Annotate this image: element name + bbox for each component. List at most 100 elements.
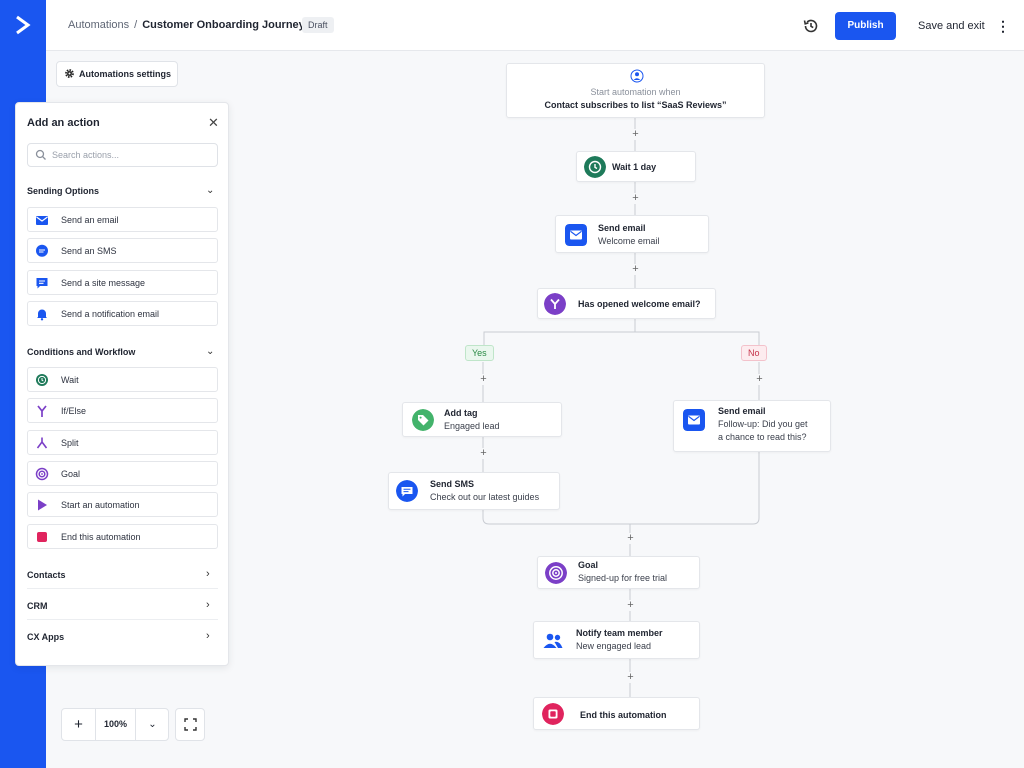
email-icon [683,409,705,431]
category-label: Contacts [27,570,66,580]
bell-icon [37,309,47,321]
followup-email-line1: Follow-up: Did you get [718,419,808,429]
fullscreen-icon [184,718,197,731]
fit-screen-button[interactable] [175,708,205,741]
clock-icon [36,374,48,386]
add-step-plus[interactable]: + [625,533,636,544]
action-label: Goal [61,469,81,479]
action-label: Send an email [61,215,119,225]
category-crm[interactable]: CRM › [27,599,218,618]
action-label: Send an SMS [61,246,117,256]
divider [27,588,218,589]
followup-email-title: Send email [718,406,766,416]
site-message-icon [36,278,48,289]
category-label: CRM [27,601,48,611]
yes-branch-badge: Yes [465,345,494,361]
branch-icon [37,405,47,417]
end-automation-node[interactable]: End this automation [533,697,700,730]
condition-node[interactable]: Has opened welcome email? [537,288,716,319]
target-icon [545,562,567,584]
tag-icon [412,409,434,431]
trigger-caption: Start automation when [590,87,681,97]
automations-settings-label: Automations settings [79,69,172,79]
chevron-right-icon: › [206,630,210,642]
category-cx-apps[interactable]: CX Apps › [27,630,218,649]
action-label: Split [61,438,79,448]
search-field[interactable] [27,143,218,167]
goal-subtitle: Signed-up for free trial [578,573,668,583]
play-icon [38,499,47,511]
split-icon [36,437,48,449]
panel-title: Add an action [27,117,100,129]
breadcrumb-separator: / [134,19,138,31]
breadcrumb-automations-link[interactable]: Automations [68,19,129,31]
chevron-right-icon: › [206,599,210,611]
gear-icon [65,69,74,78]
sending-options-heading[interactable]: Sending Options [27,186,99,196]
action-label: End this automation [61,532,141,542]
action-wait[interactable]: Wait [27,367,218,392]
save-and-exit-button[interactable]: Save and exit [918,20,985,32]
chevron-down-icon[interactable]: ⌄ [136,709,169,740]
team-icon [543,633,563,648]
goal-node[interactable]: Goal Signed-up for free trial [537,556,700,589]
add-step-plus[interactable]: + [478,374,489,385]
followup-email-node[interactable]: Send email Follow-up: Did you get a chan… [673,400,831,452]
wait-title: Wait 1 day [612,162,657,172]
app-logo-icon[interactable] [13,14,33,36]
trigger-node[interactable]: Start automation when Contact subscribes… [506,63,765,118]
conditions-workflow-heading[interactable]: Conditions and Workflow [27,347,135,357]
divider [27,619,218,620]
add-step-plus[interactable]: + [630,193,641,204]
add-step-plus[interactable]: + [625,672,636,683]
goal-title: Goal [578,560,599,570]
action-if-else[interactable]: If/Else [27,398,218,423]
chevron-down-icon[interactable]: ⌄ [206,185,214,196]
sms-icon [36,244,48,257]
condition-title: Has opened welcome email? [578,299,701,309]
action-goal[interactable]: Goal [27,461,218,486]
page-title: Customer Onboarding Journey [142,19,305,31]
add-step-plus[interactable]: + [630,129,641,140]
clock-icon [584,156,606,178]
send-sms-title: Send SMS [430,479,475,489]
add-step-plus[interactable]: + [625,600,636,611]
more-vertical-icon[interactable]: ⋮ [996,17,1010,35]
publish-button[interactable]: Publish [835,12,896,40]
close-icon[interactable]: ✕ [208,115,219,131]
search-input[interactable] [52,147,212,163]
action-start-automation[interactable]: Start an automation [27,492,218,517]
send-sms-subtitle: Check out our latest guides [430,492,540,502]
add-step-plus[interactable]: + [478,448,489,459]
action-send-site-message[interactable]: Send a site message [27,270,218,295]
breadcrumb: Automations / Customer Onboarding Journey [68,19,305,31]
zoom-control: + 100% ⌄ [61,708,169,741]
target-icon [35,467,49,481]
action-label: Wait [61,375,79,385]
action-end-automation[interactable]: End this automation [27,524,218,549]
history-icon[interactable] [802,17,820,35]
action-send-email[interactable]: Send an email [27,207,218,232]
send-sms-node[interactable]: Send SMS Check out our latest guides [388,472,560,510]
add-tag-title: Add tag [444,408,478,418]
notify-team-node[interactable]: Notify team member New engaged lead [533,621,700,659]
add-step-plus[interactable]: + [754,374,765,385]
end-title: End this automation [580,710,667,720]
zoom-in-button[interactable]: + [62,709,96,740]
branch-icon [544,293,566,315]
wait-node[interactable]: Wait 1 day [576,151,696,182]
action-label: Send a notification email [61,309,160,319]
top-bar: Automations / Customer Onboarding Journey … [46,0,1024,51]
automations-settings-button[interactable]: Automations settings [56,61,178,87]
action-send-sms[interactable]: Send an SMS [27,238,218,263]
add-tag-subtitle: Engaged lead [444,421,500,431]
action-send-notification-email[interactable]: Send a notification email [27,301,218,326]
trigger-condition: Contact subscribes to list “SaaS Reviews… [544,100,727,110]
send-email-node[interactable]: Send email Welcome email [555,215,709,253]
action-split[interactable]: Split [27,430,218,455]
zoom-level[interactable]: 100% [96,709,136,740]
add-tag-node[interactable]: Add tag Engaged lead [402,402,562,437]
category-contacts[interactable]: Contacts › [27,568,218,587]
chevron-down-icon[interactable]: ⌄ [206,346,214,357]
add-step-plus[interactable]: + [630,264,641,275]
